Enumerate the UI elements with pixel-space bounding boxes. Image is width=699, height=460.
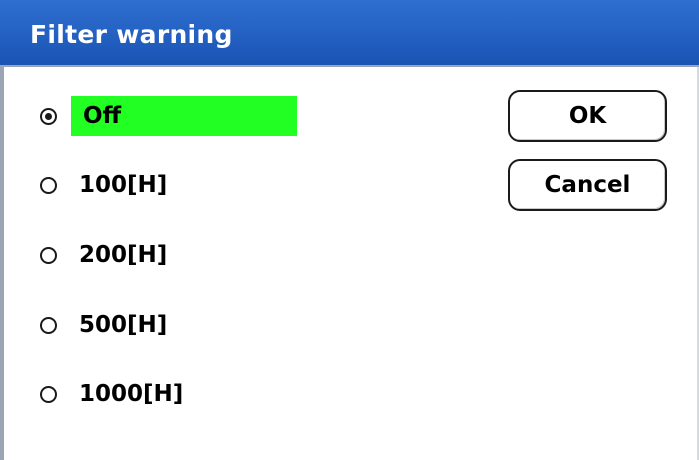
option-label-100h: 100[H]: [79, 172, 168, 198]
dialog-title: Filter warning: [30, 20, 233, 49]
option-label-200h: 200[H]: [79, 242, 168, 268]
option-off[interactable]: Off: [40, 96, 297, 136]
left-border: [0, 67, 4, 460]
option-1000h[interactable]: 1000[H]: [40, 374, 183, 414]
radio-icon[interactable]: [40, 176, 57, 194]
option-label-off: Off: [71, 96, 297, 136]
option-100h[interactable]: 100[H]: [40, 165, 167, 205]
cancel-button[interactable]: Cancel: [508, 159, 667, 211]
option-500h[interactable]: 500[H]: [40, 305, 167, 345]
radio-icon[interactable]: [40, 316, 57, 334]
radio-selected-icon[interactable]: [40, 107, 57, 125]
filter-warning-dialog: Filter warning Off 100[H] 200[H] 500[H] …: [0, 0, 699, 460]
option-label-1000h: 1000[H]: [79, 381, 184, 407]
option-label-500h: 500[H]: [79, 312, 168, 338]
ok-button[interactable]: OK: [508, 90, 667, 142]
option-200h[interactable]: 200[H]: [40, 235, 167, 275]
radio-icon[interactable]: [40, 385, 57, 403]
title-bar: Filter warning: [0, 0, 699, 67]
radio-icon[interactable]: [40, 246, 57, 264]
